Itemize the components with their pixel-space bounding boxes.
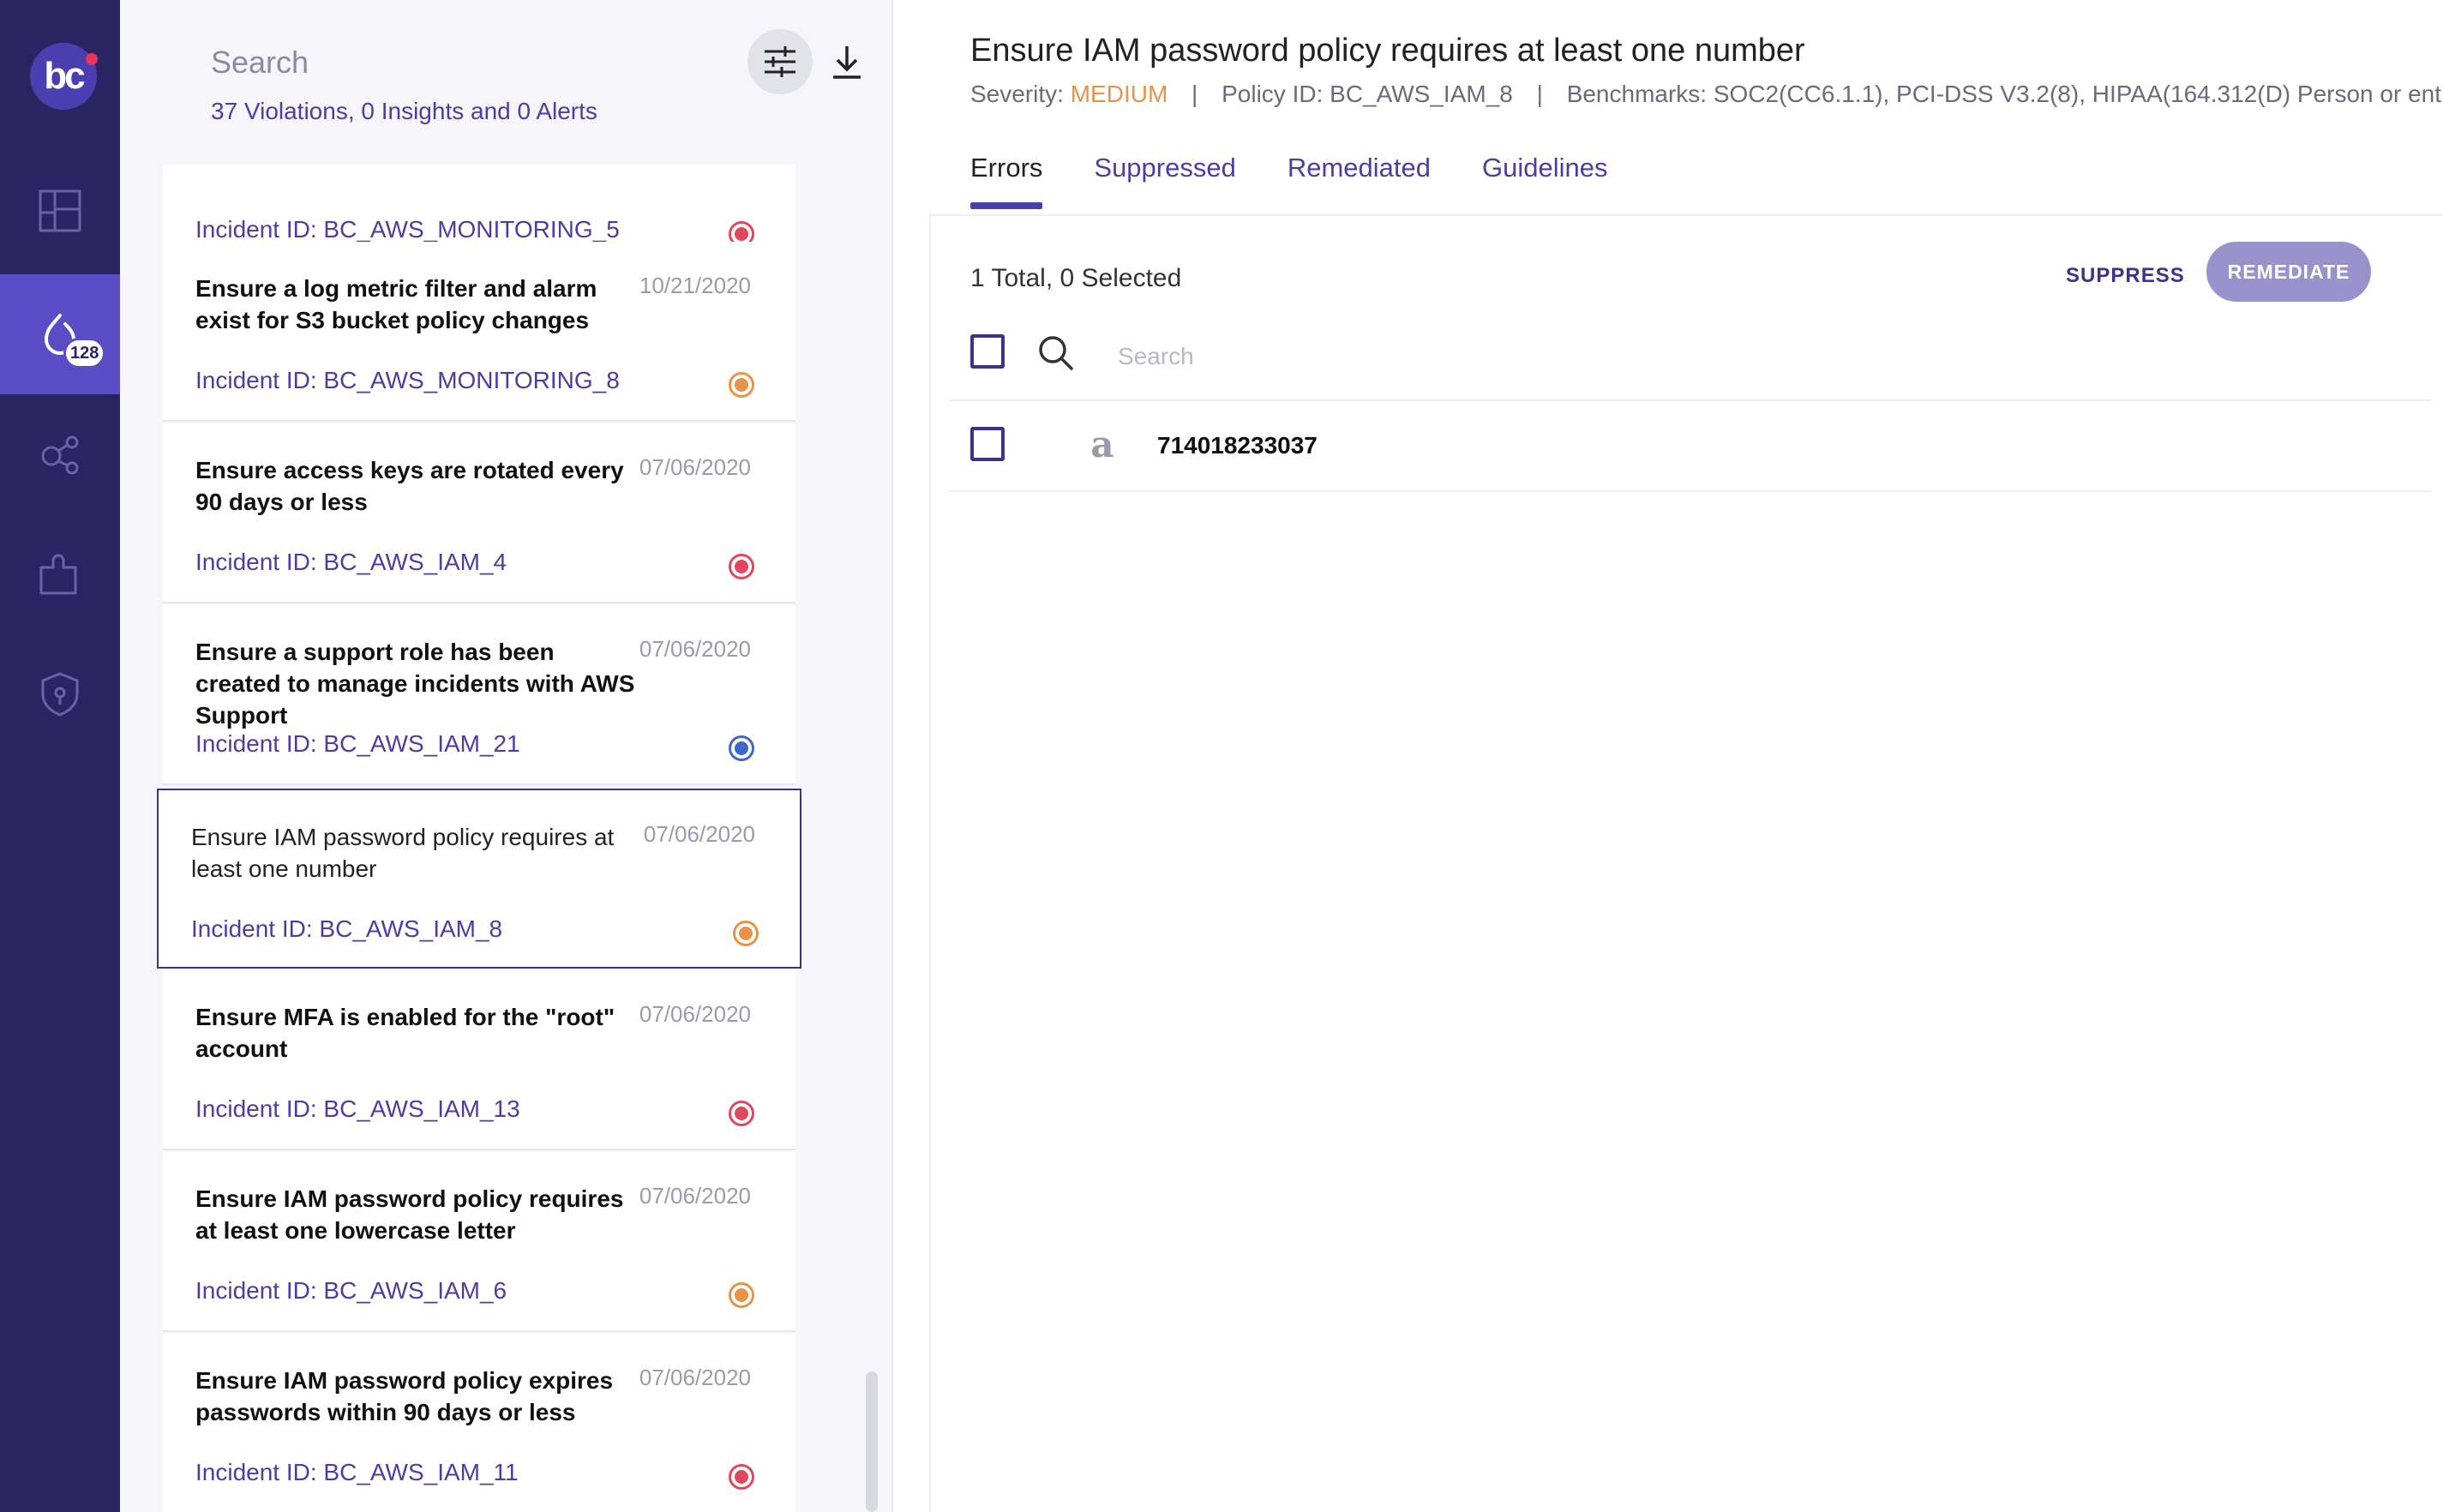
incidents-count-badge: 128 [63,338,106,369]
table-header-divider [949,399,2432,401]
card-date: 07/06/2020 [639,454,751,480]
bridgecrew-logo[interactable]: bc [30,43,97,110]
card-title: Ensure access keys are rotated every 90 … [195,457,624,515]
card-incident-id: Incident ID: BC_AWS_IAM_6 [195,1277,507,1304]
card-incident-id: Incident ID: BC_AWS_MONITORING_5 [195,216,620,243]
tab-remediated[interactable]: Remediated [1288,153,1431,209]
severity-high-icon [729,1101,754,1126]
logo-notification-dot [86,53,98,65]
tab-errors[interactable]: Errors [970,153,1043,209]
sidebar-item-dashboard[interactable] [0,151,120,271]
card-date: 07/06/2020 [639,636,751,662]
benchmarks: Benchmarks: SOC2(CC6.1.1), PCI-DSS V3.2(… [1566,81,2443,107]
integrations-icon [39,554,77,595]
card-title: Ensure a log metric filter and alarm exi… [195,275,597,333]
card-date: 07/06/2020 [639,1183,751,1209]
card-incident-id: Incident ID: BC_AWS_MONITORING_8 [195,367,620,393]
errors-table-container [929,214,2443,1512]
tab-guidelines[interactable]: Guidelines [1482,153,1607,209]
download-button[interactable] [821,36,873,87]
severity-high-icon [729,1464,754,1490]
detail-meta: Severity: MEDIUM | Policy ID: BC_AWS_IAM… [970,81,2443,108]
account-id[interactable]: 714018233037 [1157,432,1318,459]
incident-card[interactable]: Ensure a support role has been created t… [163,605,795,785]
card-date: 07/06/2020 [643,821,755,847]
incident-card[interactable]: Ensure IAM password policy expires passw… [163,1334,795,1512]
table-search-input[interactable]: Search [1118,343,1194,370]
severity-value: MEDIUM [1070,81,1168,107]
incident-cards: Incident ID: BC_AWS_MONITORING_5 Ensure … [120,165,891,1512]
card-date: 10/21/2020 [639,273,751,298]
filter-button[interactable] [747,29,813,94]
amazon-icon: a [1090,423,1114,465]
card-title: Ensure a support role has been created t… [195,639,635,729]
dashboard-icon [39,189,81,232]
card-incident-id: Incident ID: BC_AWS_IAM_21 [195,730,520,757]
search-icon [1039,336,1073,370]
severity-medium-icon [733,921,759,946]
card-incident-id: Incident ID: BC_AWS_IAM_11 [195,1459,519,1485]
card-incident-id: Incident ID: BC_AWS_IAM_8 [191,915,503,942]
selection-summary: 1 Total, 0 Selected [970,264,1182,292]
sidebar-item-policies[interactable] [0,634,120,754]
card-date: 07/06/2020 [639,1001,751,1027]
meta-separator: | [1536,81,1543,107]
sidebar-item-integrations[interactable] [0,514,120,634]
incident-card[interactable]: Ensure MFA is enabled for the "root" acc… [163,970,795,1150]
detail-tabs: Errors Suppressed Remediated Guidelines [970,153,1607,209]
severity-label: Severity: [970,81,1064,107]
sidebar: bc 128 [0,0,120,1512]
detail-title: Ensure IAM password policy requires at l… [970,33,1805,69]
incident-card[interactable]: Ensure access keys are rotated every 90 … [163,423,795,603]
card-title: Ensure IAM password policy requires at l… [195,1185,624,1244]
sidebar-item-graph[interactable] [0,394,120,514]
table-search-icon[interactable] [1037,334,1075,372]
card-incident-id: Incident ID: BC_AWS_IAM_13 [195,1095,520,1122]
shield-icon [41,672,79,717]
incident-detail-panel: Ensure IAM password policy requires at l… [893,0,2443,1512]
severity-low-icon [729,735,754,761]
severity-medium-icon [729,1282,754,1308]
severity-medium-icon [729,372,754,398]
incident-card[interactable]: Ensure a log metric filter and alarm exi… [163,242,795,422]
suppress-button[interactable]: SUPPRESS [2066,264,2185,288]
list-search-input[interactable]: Search [211,45,309,81]
policy-id: Policy ID: BC_AWS_IAM_8 [1222,81,1513,107]
remediate-button[interactable]: REMEDIATE [2206,242,2371,302]
card-title: Ensure MFA is enabled for the "root" acc… [195,1004,615,1062]
meta-separator: | [1191,81,1198,107]
incident-card-selected[interactable]: Ensure IAM password policy requires at l… [157,789,801,969]
tab-suppressed[interactable]: Suppressed [1094,153,1235,209]
card-title: Ensure IAM password policy requires at l… [191,824,615,882]
download-icon [833,46,861,79]
table-row-divider [949,490,2432,492]
incident-card[interactable]: Ensure IAM password policy requires at l… [163,1152,795,1332]
list-header: Search 37 Violations, 0 Insights and 0 A… [120,0,891,165]
select-all-checkbox[interactable] [970,334,1005,369]
severity-high-icon [729,554,754,579]
graph-icon [41,435,79,475]
card-date: 07/06/2020 [639,1365,751,1390]
sliders-icon [765,46,795,77]
violations-summary: 37 Violations, 0 Insights and 0 Alerts [211,98,597,124]
card-incident-id: Incident ID: BC_AWS_IAM_4 [195,549,507,575]
row-checkbox[interactable] [970,427,1005,461]
list-scrollbar[interactable] [866,1371,878,1512]
incident-list-panel: Search 37 Violations, 0 Insights and 0 A… [120,0,893,1512]
card-title: Ensure IAM password policy expires passw… [195,1367,614,1425]
sidebar-item-incidents[interactable]: 128 [0,274,120,394]
